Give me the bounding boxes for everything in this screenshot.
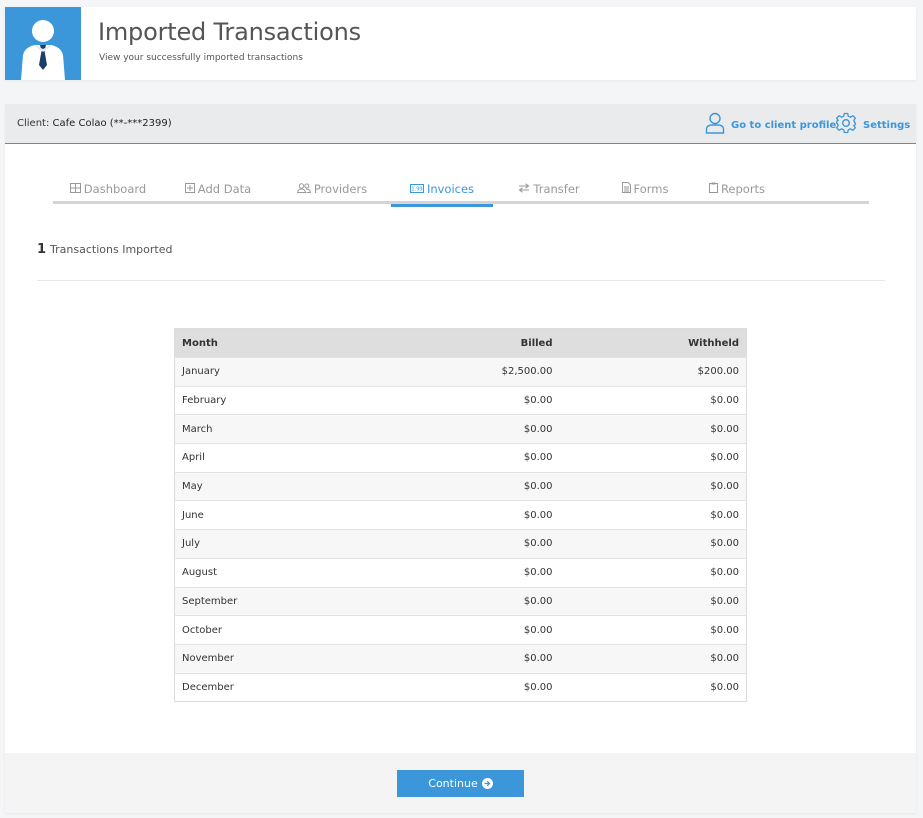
- main-panel: Client: Cafe Colao (**-***2399) Go to cl…: [5, 104, 916, 813]
- billed-cell: $0.00: [394, 615, 560, 645]
- tab-bar: Dashboard Add Data Providers 1.99 Invoic…: [53, 174, 869, 207]
- billed-cell: $0.00: [394, 529, 560, 559]
- month-cell: June: [174, 500, 395, 530]
- continue-button[interactable]: Continue: [397, 770, 524, 797]
- arrow-right-circle-icon: [481, 778, 493, 789]
- tab-label: Reports: [720, 182, 766, 196]
- transfer-icon: [518, 182, 530, 196]
- plus-square-icon: [184, 182, 195, 196]
- tab-label: Invoices: [426, 182, 475, 196]
- page-header: Imported Transactions View your successf…: [5, 7, 916, 80]
- billed-cell: $0.00: [394, 500, 560, 530]
- go-to-client-profile-link[interactable]: Go to client profile: [705, 112, 836, 138]
- withheld-cell: $0.00: [559, 586, 747, 616]
- column-header-month: Month: [174, 328, 395, 358]
- table-row: July $0.00 $0.00: [174, 529, 747, 559]
- tab-reports[interactable]: Reports: [685, 174, 789, 204]
- withheld-cell: $0.00: [559, 643, 747, 674]
- profile-link-label: Go to client profile: [731, 119, 837, 131]
- month-cell: November: [174, 643, 395, 674]
- settings-link-label: Settings: [863, 119, 911, 131]
- billed-cell: $0.00: [394, 385, 560, 415]
- billed-cell: $2,500.00: [394, 357, 560, 387]
- withheld-cell: $0.00: [559, 615, 747, 645]
- tab-add-data[interactable]: Add Data: [163, 174, 273, 204]
- month-cell: March: [174, 414, 395, 444]
- client-name: Cafe Colao (**-***2399): [52, 118, 172, 129]
- user-avatar-icon: [5, 7, 81, 80]
- tab-label: Add Data: [197, 182, 252, 196]
- table-row: September $0.00 $0.00: [174, 586, 747, 616]
- month-cell: August: [174, 557, 395, 587]
- client-bar: Client: Cafe Colao (**-***2399) Go to cl…: [5, 104, 916, 144]
- invoice-icon: 1.99: [409, 182, 424, 196]
- month-cell: December: [174, 672, 395, 702]
- table-row: March $0.00 $0.00: [174, 414, 747, 444]
- settings-link[interactable]: Settings: [835, 112, 910, 138]
- page-title: Imported Transactions: [98, 18, 361, 46]
- column-header-billed: Billed: [394, 328, 560, 358]
- tab-providers[interactable]: Providers: [273, 174, 391, 204]
- withheld-cell: $0.00: [559, 557, 747, 587]
- month-cell: July: [174, 529, 395, 559]
- tab-invoices[interactable]: 1.99 Invoices: [391, 174, 493, 207]
- divider: [37, 280, 885, 281]
- withheld-cell: $0.00: [559, 414, 747, 444]
- month-cell: May: [174, 471, 395, 501]
- page-subtitle: View your successfully imported transact…: [99, 53, 303, 63]
- tab-label: Dashboard: [83, 182, 147, 196]
- tab-forms[interactable]: Forms: [605, 174, 685, 204]
- billed-cell: $0.00: [394, 443, 560, 473]
- withheld-cell: $0.00: [559, 529, 747, 559]
- clipboard-icon: [708, 182, 718, 196]
- tab-transfer[interactable]: Transfer: [493, 174, 605, 204]
- billed-cell: $0.00: [394, 471, 560, 501]
- withheld-cell: $0.00: [559, 500, 747, 530]
- withheld-cell: $0.00: [559, 443, 747, 473]
- continue-button-label: Continue: [428, 777, 478, 790]
- tab-label: Forms: [633, 182, 669, 196]
- tab-dashboard[interactable]: Dashboard: [53, 174, 163, 204]
- tab-label: Providers: [313, 182, 368, 196]
- withheld-cell: $200.00: [559, 357, 747, 387]
- table-row: April $0.00 $0.00: [174, 443, 747, 473]
- transactions-count: 1: [37, 242, 47, 257]
- table-row: August $0.00 $0.00: [174, 557, 747, 587]
- footer-bar: Continue: [5, 753, 916, 813]
- users-icon: [296, 182, 311, 196]
- svg-text:1.99: 1.99: [411, 187, 422, 193]
- client-label: Client: Cafe Colao (**-***2399): [17, 118, 172, 129]
- table-row: February $0.00 $0.00: [174, 385, 747, 415]
- month-cell: January: [174, 357, 395, 387]
- table-row: May $0.00 $0.00: [174, 471, 747, 501]
- withheld-cell: $0.00: [559, 672, 747, 702]
- table-row: January $2,500.00 $200.00: [174, 357, 747, 387]
- table-row: June $0.00 $0.00: [174, 500, 747, 530]
- month-cell: April: [174, 443, 395, 473]
- table-row: November $0.00 $0.00: [174, 643, 747, 674]
- month-cell: October: [174, 615, 395, 645]
- billed-cell: $0.00: [394, 643, 560, 674]
- column-header-withheld: Withheld: [559, 328, 747, 358]
- grid-icon: [69, 182, 81, 196]
- month-cell: February: [174, 385, 395, 415]
- withheld-cell: $0.00: [559, 385, 747, 415]
- transactions-count-label: Transactions Imported: [50, 243, 173, 256]
- table-row: December $0.00 $0.00: [174, 672, 747, 702]
- billed-cell: $0.00: [394, 672, 560, 702]
- billed-cell: $0.00: [394, 586, 560, 616]
- month-cell: September: [174, 586, 395, 616]
- billed-cell: $0.00: [394, 414, 560, 444]
- client-label-prefix: Client:: [17, 118, 53, 129]
- table-row: October $0.00 $0.00: [174, 615, 747, 645]
- gear-icon: [835, 112, 857, 138]
- table-header-row: Month Billed Withheld: [174, 328, 747, 358]
- withheld-cell: $0.00: [559, 471, 747, 501]
- person-icon: [705, 112, 725, 138]
- billed-cell: $0.00: [394, 557, 560, 587]
- document-icon: [621, 182, 631, 196]
- tab-label: Transfer: [533, 182, 580, 196]
- transactions-count-line: 1 Transactions Imported: [37, 242, 172, 257]
- transactions-table: Month Billed Withheld January $2,500.00 $2…: [174, 328, 747, 703]
